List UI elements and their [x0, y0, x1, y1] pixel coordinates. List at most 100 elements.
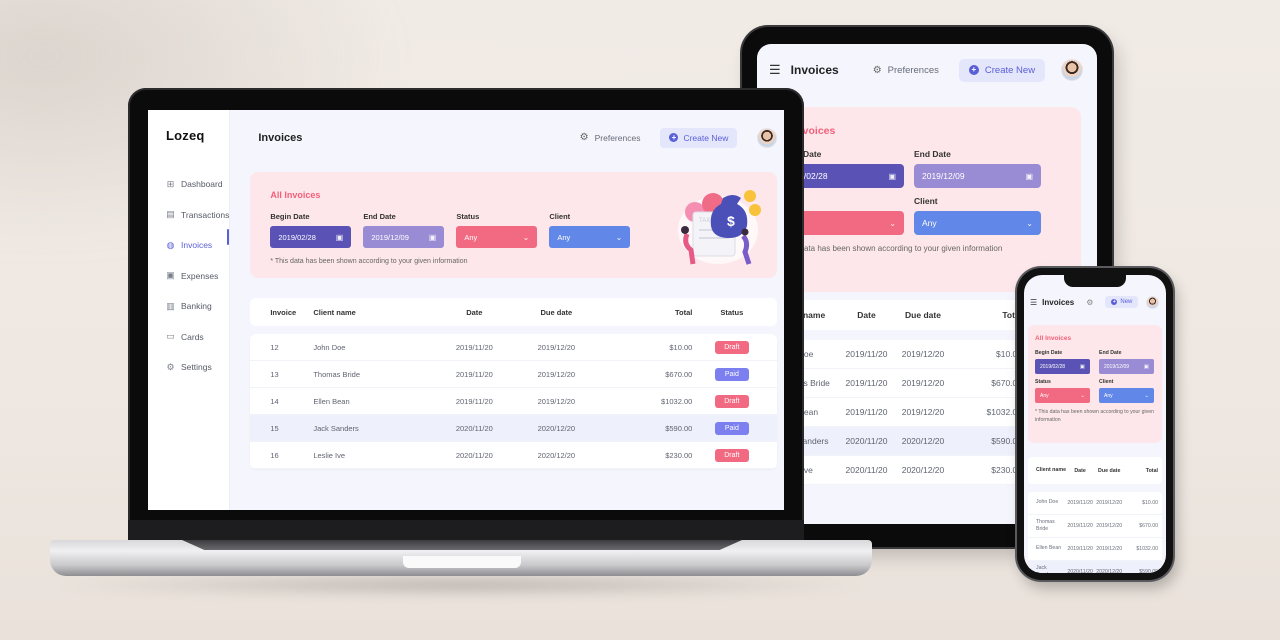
invoice-total: $1032.00: [986, 407, 1022, 417]
sidebar-item-cards[interactable]: ▭ Cards: [166, 322, 229, 353]
invoice-total: $670.00: [665, 369, 693, 379]
page-title: Invoices: [258, 131, 303, 144]
create-new-button[interactable]: + New: [1105, 296, 1139, 308]
end-date-input[interactable]: 2019/12/09 ▣: [1099, 359, 1154, 374]
begin-date-label: Begin Date: [1035, 350, 1063, 356]
end-date-label: End Date: [914, 149, 951, 159]
client-value: Any: [922, 218, 937, 228]
begin-date-input[interactable]: 2019/02/28 ▣: [1035, 359, 1090, 374]
sidebar-item-transactions[interactable]: ▤ Transactions: [166, 200, 229, 231]
list-icon: ▤: [166, 209, 175, 220]
status-label: Status: [1035, 379, 1051, 385]
client-value: Any: [557, 232, 571, 242]
header-due[interactable]: Due date: [515, 308, 597, 317]
header-total[interactable]: Total: [1124, 468, 1158, 474]
status-badge: Paid: [714, 421, 749, 435]
sidebar-item-label: Expenses: [181, 270, 219, 281]
table-row[interactable]: 14 Ellen Bean 2019/11/20 2019/12/20 $1032.00…: [250, 388, 778, 415]
status-select[interactable]: Any ⌄: [456, 226, 538, 248]
header-client[interactable]: Client name: [313, 308, 433, 317]
invoice-total: $590.00: [665, 423, 693, 433]
invoice-total: $1032.00: [661, 396, 693, 406]
due-date: 2019/12/20: [901, 349, 945, 359]
gear-icon[interactable]: ⚙: [1086, 298, 1093, 307]
invoice-number: 14: [270, 396, 279, 406]
header-date[interactable]: Date: [433, 308, 515, 317]
create-new-button[interactable]: + Create New: [958, 58, 1046, 82]
header-invoice[interactable]: Invoice: [270, 308, 313, 317]
avatar[interactable]: [757, 127, 778, 148]
status-select[interactable]: Any ⌄: [1035, 388, 1090, 403]
due-date: 2019/12/20: [537, 369, 576, 379]
preferences-button[interactable]: ⚙ Preferences: [873, 65, 939, 76]
invoice-date: 2019/11/20: [455, 369, 493, 379]
header-due[interactable]: Due date: [1094, 468, 1124, 474]
header-total[interactable]: Total: [952, 310, 1022, 320]
table-row[interactable]: 16 Leslie Ive 2020/11/20 2020/12/20 $230.00 D…: [250, 442, 778, 469]
header-client[interactable]: Client name: [1036, 467, 1066, 474]
calendar-icon: ▣: [1079, 363, 1085, 370]
invoice-number: 13: [270, 369, 279, 379]
due-date: 2019/12/20: [1096, 523, 1123, 529]
table-header: Client name Date Due date Total: [1028, 457, 1162, 484]
status-label: Status: [456, 212, 480, 221]
header-date[interactable]: Date: [1066, 468, 1094, 474]
client-label: Client: [914, 196, 938, 206]
invoice-date: 2019/11/20: [455, 396, 493, 406]
status-filter: Status Any ⌄: [456, 212, 538, 248]
sidebar-item-settings[interactable]: ⚙ Settings: [166, 352, 229, 383]
table-row[interactable]: John Doe 2019/11/202019/12/20 $10.00: [1028, 492, 1162, 515]
header-date[interactable]: Date: [839, 310, 894, 320]
sidebar-item-invoices[interactable]: ◍ Invoices: [166, 230, 229, 261]
invoice-date: 2020/11/20: [455, 450, 493, 460]
main-content: Invoices ⚙ Preferences + Create New All …: [230, 110, 784, 510]
chevron-down-icon: ⌄: [1080, 392, 1085, 399]
brand-logo: Lozeq: [166, 128, 205, 143]
table-row[interactable]: Jack Sanders2020/11/202020/12/20$590.00: [1028, 561, 1162, 573]
header-due[interactable]: Due date: [894, 310, 952, 320]
table-row[interactable]: 15 Jack Sanders 2020/11/20 2020/12/20 $590.0…: [250, 415, 778, 442]
hamburger-menu-icon[interactable]: ☰: [1030, 298, 1037, 307]
end-date-input[interactable]: 2019/12/09 ▣: [363, 226, 445, 248]
sidebar-item-label: Invoices: [181, 240, 213, 251]
end-date-label: End Date: [1099, 350, 1122, 356]
client-name: John Doe: [1036, 499, 1059, 506]
invoice-date: 2020/11/20: [845, 436, 888, 446]
invoice-total: $10.00: [996, 349, 1022, 359]
sidebar-item-banking[interactable]: ▥ Banking: [166, 291, 229, 322]
table-row[interactable]: 12 John Doe 2019/11/20 2019/12/20 $10.00 Draf…: [250, 334, 778, 361]
table-row[interactable]: Ellen Bean 2019/11/202019/12/20 $1032.00: [1028, 538, 1162, 561]
hamburger-menu-icon[interactable]: ☰: [769, 62, 781, 78]
table-row[interactable]: Thomas Bride 2019/11/202019/12/20 $670.00: [1028, 515, 1162, 538]
invoice-date: 2019/11/20: [1067, 523, 1093, 529]
invoice-date: 2019/11/20: [1067, 546, 1093, 552]
avatar[interactable]: [1061, 59, 1084, 81]
create-new-button[interactable]: + Create New: [660, 127, 738, 148]
status-value: Any: [464, 232, 478, 242]
end-date-input[interactable]: 2019/12/09 ▣: [914, 164, 1041, 188]
chevron-down-icon: ⌄: [522, 232, 530, 242]
sidebar-item-expenses[interactable]: ▣ Expenses: [166, 261, 229, 292]
preferences-button[interactable]: ⚙ Preferences: [580, 132, 641, 143]
client-select[interactable]: Any ⌄: [549, 226, 631, 248]
filter-card: All Invoices Begin Date 2019/02/28▣ End …: [757, 107, 1081, 292]
begin-date-input[interactable]: 2019/02/28 ▣: [270, 226, 352, 248]
create-new-label: Create New: [683, 132, 729, 143]
invoice-total: $230.00: [665, 450, 693, 460]
client-name: Jack Sanders: [313, 423, 359, 433]
table-row[interactable]: 13 Thomas Bride 2019/11/20 2019/12/20 $670.0…: [250, 361, 778, 388]
gear-icon: ⚙: [579, 132, 589, 143]
header-total[interactable]: Total: [597, 308, 692, 317]
client-select[interactable]: Any ⌄: [1099, 388, 1154, 403]
invoice-total: $10.00: [669, 342, 693, 352]
avatar[interactable]: [1146, 295, 1160, 309]
header-status[interactable]: Status: [692, 308, 757, 317]
filter-note: * This data has been shown according to …: [777, 244, 1003, 253]
sidebar-item-dashboard[interactable]: ⊞ Dashboard: [166, 169, 229, 200]
due-date: 2019/12/20: [1096, 546, 1123, 552]
client-select[interactable]: Any ⌄: [914, 211, 1041, 235]
gear-icon: ⚙: [166, 361, 175, 372]
chevron-down-icon: ⌄: [615, 232, 623, 242]
receipt-icon: ▣: [166, 270, 175, 281]
phone-screen: ☰ Invoices ⚙ + New All Invoices Begin Da…: [1024, 275, 1166, 573]
